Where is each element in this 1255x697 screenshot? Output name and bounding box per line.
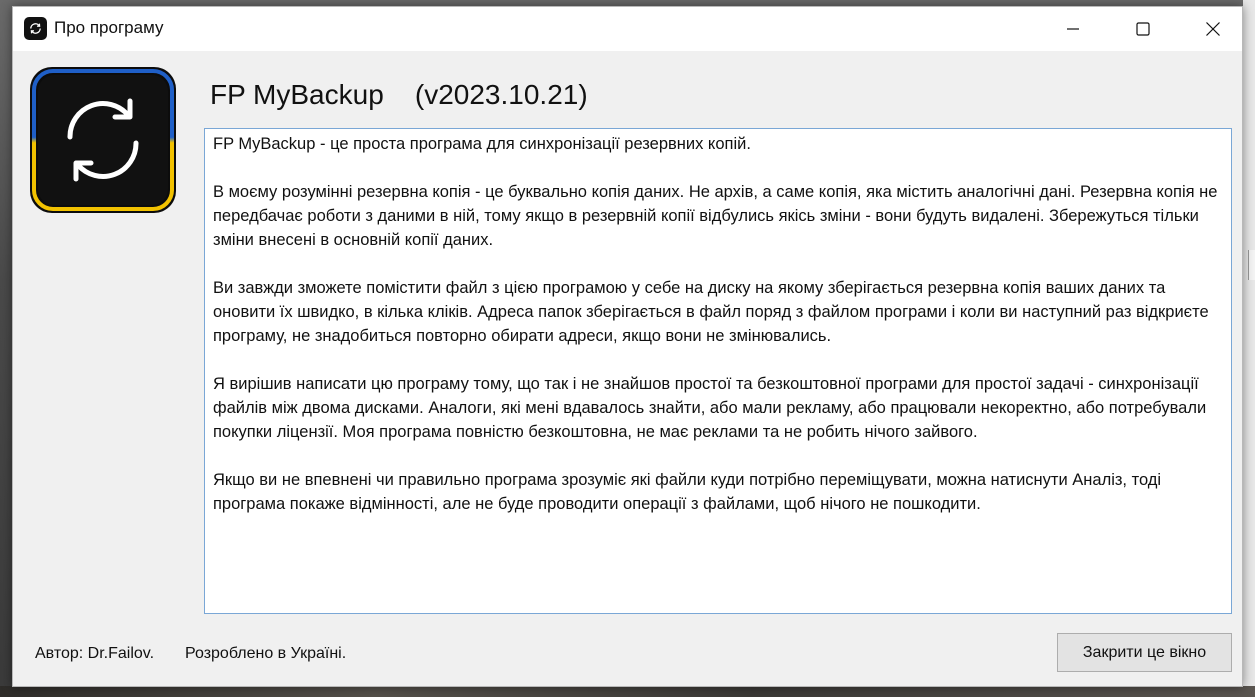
made-in-label: Розроблено в Україні. (185, 645, 347, 662)
description-paragraph: FP MyBackup - це проста програма для син… (213, 135, 751, 153)
sync-icon[interactable] (24, 17, 47, 40)
close-dialog-button[interactable]: Закрити це вікно (1057, 633, 1232, 672)
description-textbox[interactable]: FP MyBackup - це проста програма для син… (204, 128, 1232, 614)
about-dialog: Про програму FP MyBackup (v2023.10.21) F… (12, 6, 1243, 687)
sync-logo-icon (28, 65, 178, 215)
minimize-icon (1067, 28, 1079, 30)
maximize-button[interactable] (1108, 7, 1178, 51)
author-label: Автор: Dr.Failov. (35, 645, 155, 662)
description-paragraph: Ви завжди зможете помістити файл з цією … (213, 279, 1209, 345)
description-paragraph: Я вирішив написати цю програму тому, що … (213, 375, 1207, 441)
close-icon (1206, 22, 1220, 36)
app-name-version: FP MyBackup (v2023.10.21) (210, 79, 588, 110)
maximize-icon (1136, 22, 1150, 36)
background-window-fragment (1248, 250, 1255, 280)
description-paragraph: Якщо ви не впевнені чи правильно програм… (213, 471, 1162, 513)
close-window-button[interactable] (1178, 7, 1248, 51)
window-title: Про програму (54, 18, 164, 37)
minimize-button[interactable] (1038, 7, 1108, 51)
description-paragraph: В моєму розумінні резервна копія - це бу… (213, 183, 1218, 249)
background-window-edge (1243, 0, 1255, 697)
title-bar[interactable]: Про програму (13, 7, 1242, 51)
desktop-background (0, 686, 1255, 697)
